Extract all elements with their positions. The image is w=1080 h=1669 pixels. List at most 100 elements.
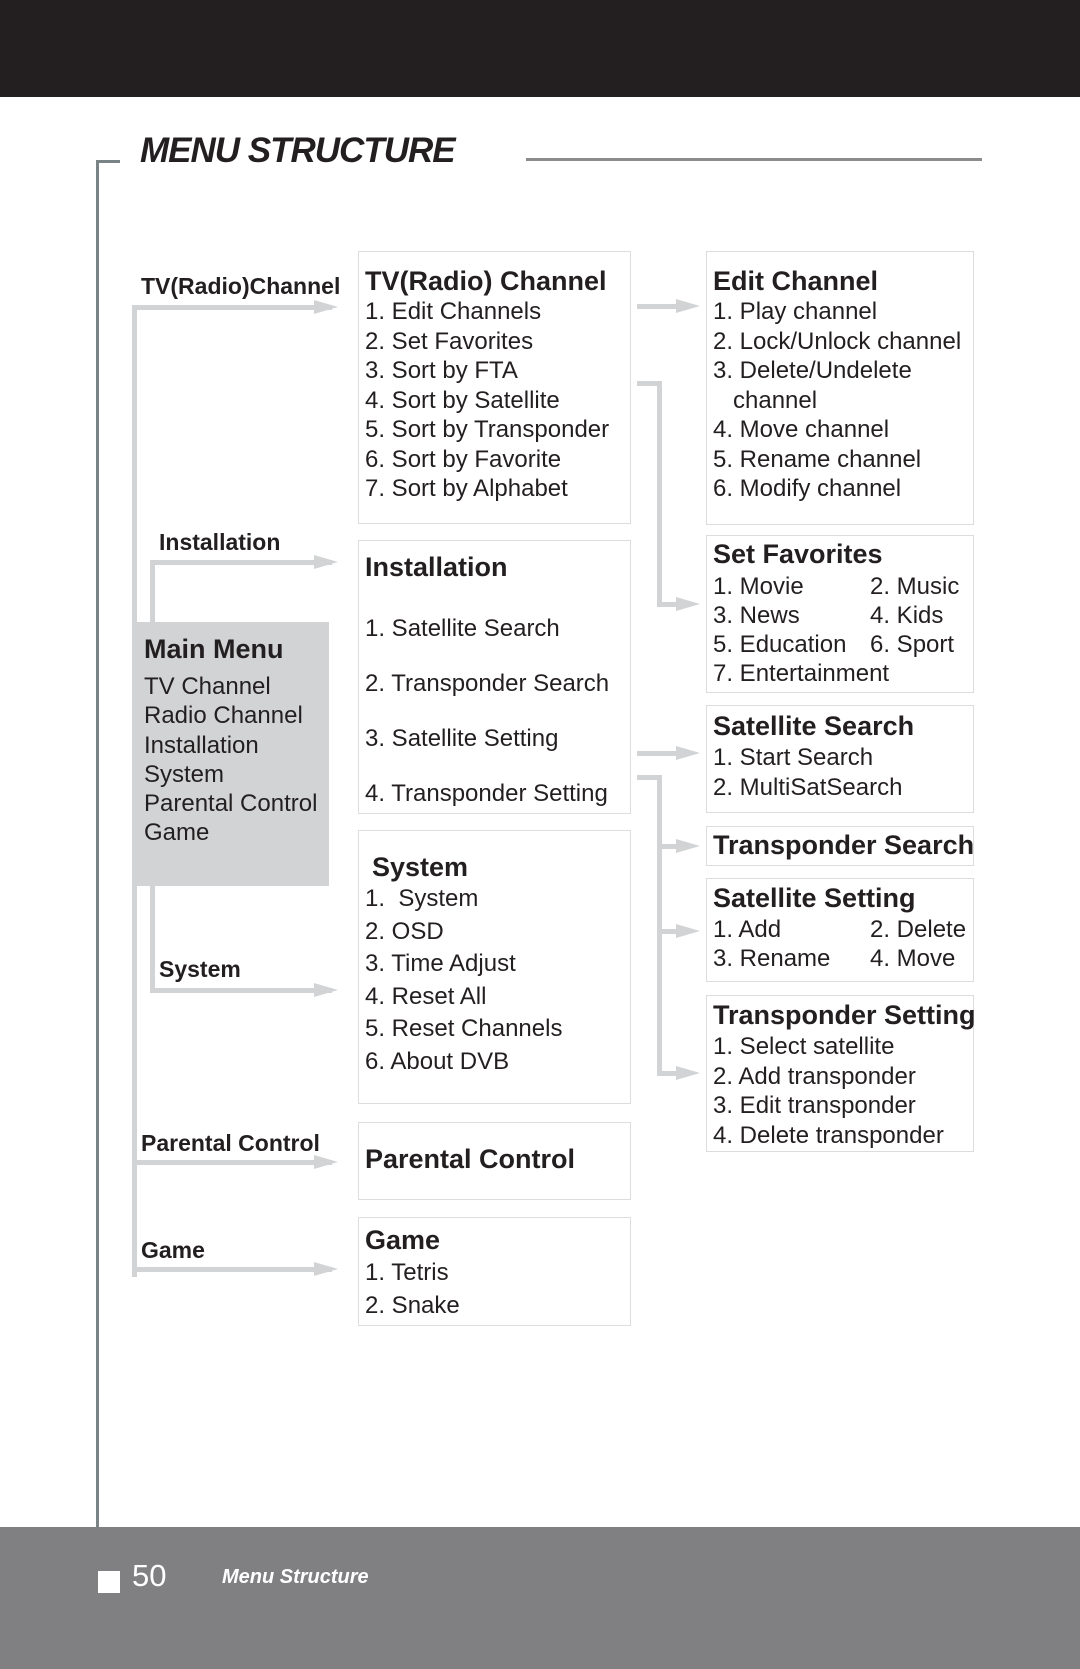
connector-set-favorites-v: [657, 381, 662, 607]
list-item: 3. Sort by FTA: [365, 357, 518, 384]
list-item: 5. Sort by Transponder: [365, 416, 610, 443]
page-bracket-tick: [96, 160, 120, 163]
arrow-set-favorites: [676, 597, 700, 611]
main-menu-item: System: [144, 760, 225, 788]
footer-section-label: Menu Structure: [222, 1566, 369, 1588]
page-title: MENU STRUCTURE: [140, 131, 456, 170]
list-item: 3. Rename: [713, 945, 831, 972]
list-item: 1. Satellite Search: [365, 615, 560, 642]
branch-label-installation: Installation: [159, 529, 281, 555]
arrow-transponder-search: [676, 839, 700, 853]
satellite-search-title: Satellite Search: [713, 711, 915, 741]
main-menu-item: Installation: [144, 731, 259, 759]
list-item: 7. Sort by Alphabet: [365, 475, 568, 502]
list-item: 3. News: [713, 602, 800, 629]
list-item: 5. Education: [713, 631, 847, 658]
connector-parental: [132, 1160, 332, 1165]
page-number: 50: [132, 1558, 167, 1593]
list-item: 6. Sport: [870, 631, 955, 658]
tv-radio-channel-title: TV(Radio) Channel: [365, 266, 607, 296]
main-menu-title: Main Menu: [144, 634, 284, 664]
system-box: System 1. System 2. OSD 3. Time Adjust 4…: [358, 830, 631, 1104]
list-item: 2. Delete: [870, 916, 967, 943]
arrow-satellite-search: [676, 746, 700, 760]
parental-control-box: Parental Control: [358, 1122, 631, 1200]
list-item: 1. Add: [713, 916, 782, 943]
list-item: 4. Move channel: [713, 416, 890, 443]
list-item: 2. Music: [870, 573, 960, 600]
list-item: 4. Sort by Satellite: [365, 386, 560, 414]
list-item: 2. Snake: [365, 1292, 460, 1319]
list-item: 1. Play channel: [713, 298, 878, 325]
list-item: 6. Modify channel: [713, 475, 902, 502]
tree-trunk-inner-top: [150, 560, 155, 624]
set-favorites-title: Set Favorites: [713, 539, 883, 569]
list-item: 4. Reset All: [365, 982, 487, 1010]
list-item: 2. Lock/Unlock channel: [713, 327, 962, 355]
arrow-system: [314, 983, 338, 997]
main-menu-item: Parental Control: [144, 790, 318, 818]
tv-radio-channel-box: TV(Radio) Channel 1. Edit Channels 2. Se…: [358, 251, 631, 524]
list-item: 1. Tetris: [365, 1259, 449, 1286]
installation-title: Installation: [365, 552, 508, 582]
edit-channel-box: Edit Channel 1. Play channel 2. Lock/Unl…: [706, 251, 974, 525]
transponder-search-title: Transponder Search: [713, 830, 975, 860]
satellite-setting-box: Satellite Setting 1. Add 2. Delete 3. Re…: [706, 878, 974, 982]
list-item: 1. Select satellite: [713, 1033, 895, 1060]
branch-label-game: Game: [141, 1237, 205, 1263]
list-item: 3. Delete/Undelete: [713, 357, 912, 384]
arrow-edit-channel: [676, 299, 700, 313]
system-title: System: [372, 852, 469, 882]
transponder-search-box: Transponder Search: [706, 826, 974, 866]
list-item: 1. Edit Channels: [365, 298, 542, 325]
list-item: 1. System: [365, 885, 479, 912]
page-bracket-line: [96, 160, 99, 1528]
main-menu-box: Main Menu TV Channel Radio Channel Insta…: [133, 622, 329, 886]
main-menu-item: TV Channel: [144, 673, 271, 700]
list-item: 2. OSD: [365, 917, 444, 945]
connector-system: [150, 988, 332, 993]
list-item: 2. Transponder Search: [365, 670, 610, 697]
connector-installation-v: [657, 775, 662, 1076]
connector-tv-radio: [132, 305, 332, 310]
edit-channel-title: Edit Channel: [713, 266, 879, 296]
transponder-setting-title: Transponder Setting: [713, 1000, 976, 1030]
installation-box: Installation 1. Satellite Search 2. Tran…: [358, 540, 631, 814]
list-item: 6. About DVB: [365, 1047, 510, 1075]
list-item: 4. Delete transponder: [713, 1121, 944, 1149]
list-item: 1. Start Search: [713, 744, 874, 771]
satellite-search-box: Satellite Search 1. Start Search 2. Mult…: [706, 705, 974, 813]
list-item: 4. Transponder Setting: [365, 780, 608, 807]
list-item: 5. Rename channel: [713, 445, 922, 473]
list-item: 6. Sort by Favorite: [365, 445, 562, 473]
title-rule: [526, 158, 982, 161]
arrow-tv-radio: [314, 300, 338, 314]
list-item: 5. Reset Channels: [365, 1015, 563, 1042]
branch-label-system: System: [159, 956, 241, 982]
arrow-satellite-setting: [676, 924, 700, 938]
list-item: 2. Set Favorites: [365, 327, 534, 355]
arrow-transponder-setting: [676, 1066, 700, 1080]
list-item: 7. Entertainment: [713, 660, 890, 687]
transponder-setting-box: Transponder Setting 1. Select satellite …: [706, 995, 976, 1152]
list-item: 3. Satellite Setting: [365, 725, 559, 752]
list-item: 3. Edit transponder: [713, 1092, 916, 1119]
list-item: 2. Add transponder: [713, 1062, 916, 1090]
connector-installation: [150, 560, 332, 565]
list-item: 4. Kids: [870, 602, 944, 629]
main-menu-item: Radio Channel: [144, 702, 303, 730]
tree-trunk-inner-bottom: [150, 885, 155, 992]
satellite-setting-title: Satellite Setting: [713, 883, 916, 913]
list-item: 3. Time Adjust: [365, 950, 516, 977]
footer-band: [0, 1527, 1080, 1669]
connector-game: [132, 1267, 332, 1272]
main-menu-item: Game: [144, 819, 210, 847]
set-favorites-box: Set Favorites 1. Movie 2. Music 3. News …: [706, 535, 974, 693]
parental-control-title: Parental Control: [365, 1144, 576, 1174]
game-box: Game 1. Tetris 2. Snake: [358, 1217, 631, 1326]
top-banner: [0, 0, 1080, 97]
list-item: 4. Move: [870, 945, 956, 972]
arrow-installation: [314, 555, 338, 569]
list-item: 1. Movie: [713, 573, 804, 600]
list-item: 2. MultiSatSearch: [713, 773, 903, 801]
